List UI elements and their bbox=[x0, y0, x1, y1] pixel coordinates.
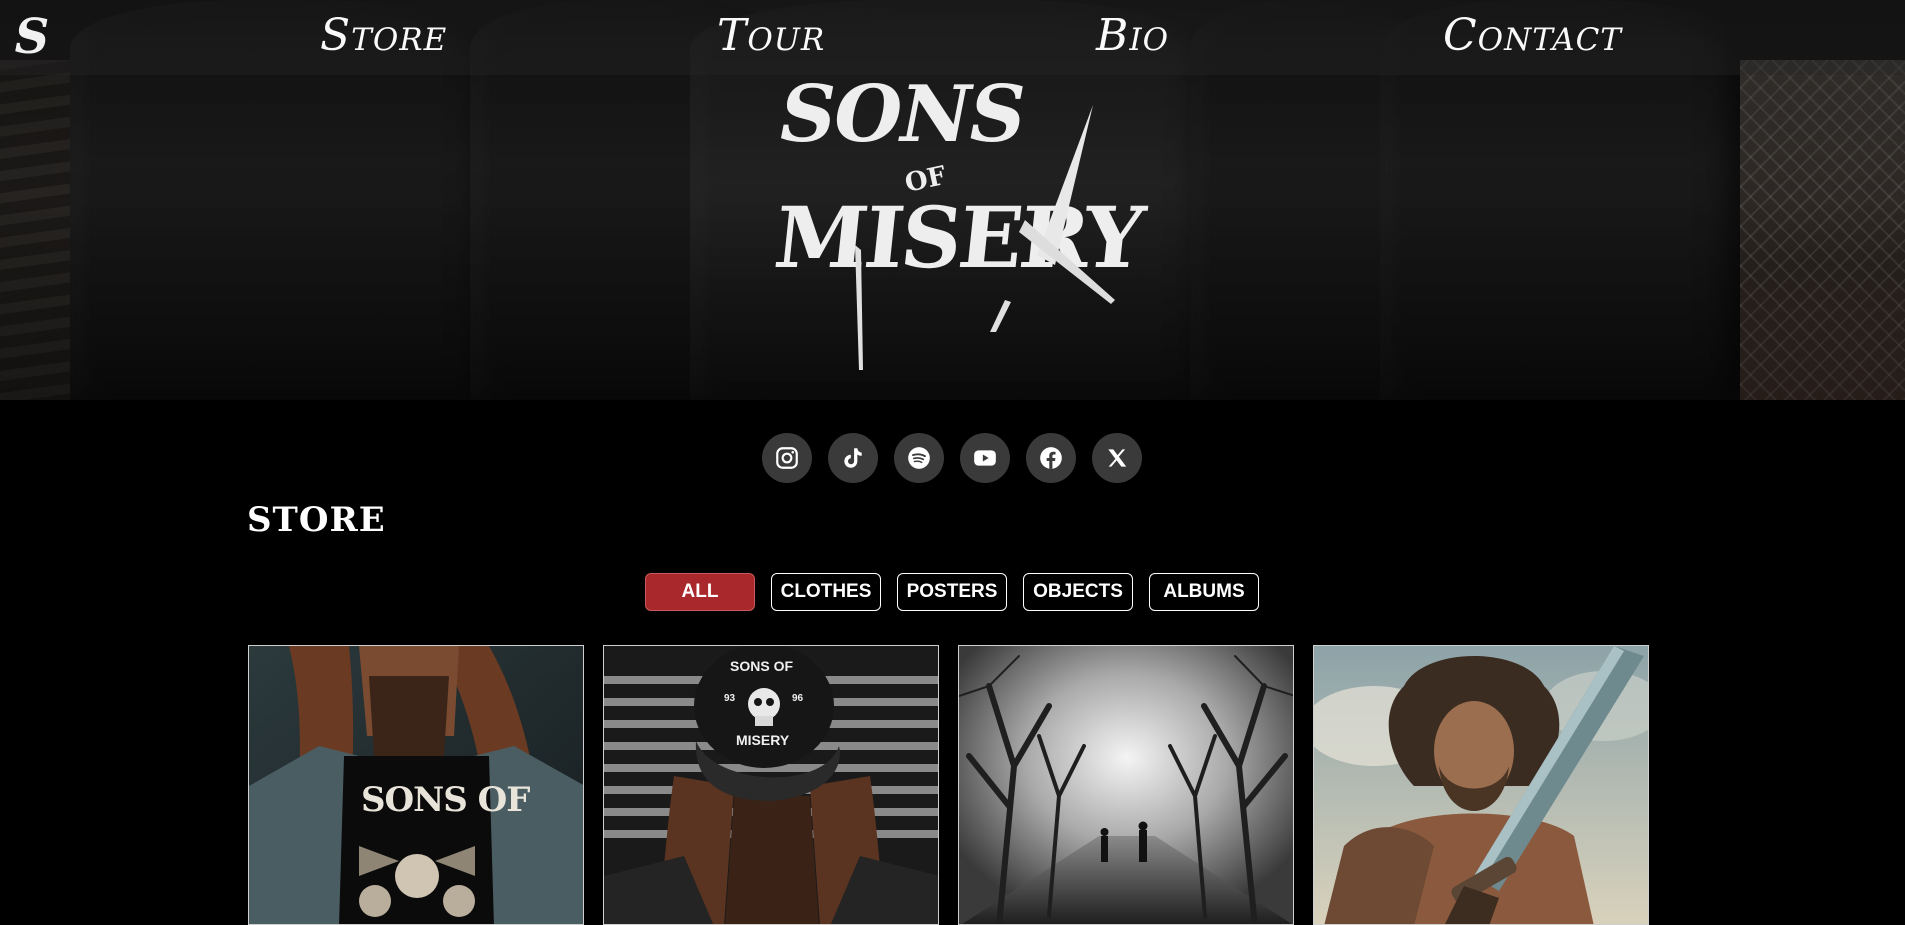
band-logo: SONS OF MISERY bbox=[770, 70, 1146, 370]
cap-text-top: SONS OF bbox=[730, 658, 794, 674]
product-card-cap[interactable]: SONS OF 93 96 MISERY bbox=[603, 645, 939, 925]
instagram-icon[interactable] bbox=[762, 433, 812, 483]
cap-text-right: 96 bbox=[792, 693, 804, 704]
cap-text-bottom: MISERY bbox=[736, 732, 790, 748]
store-filters: ALL CLOTHES POSTERS OBJECTS ALBUMS bbox=[645, 573, 1259, 611]
x-icon[interactable] bbox=[1092, 433, 1142, 483]
nav-link-contact[interactable]: Contact bbox=[1443, 8, 1622, 64]
product-card-warrior-poster[interactable] bbox=[1313, 645, 1649, 925]
band-logo-slash bbox=[855, 105, 1115, 370]
site-logo[interactable]: S bbox=[14, 12, 50, 62]
social-links bbox=[762, 433, 1142, 483]
filter-posters-button[interactable]: POSTERS bbox=[897, 573, 1007, 611]
product-card-shirt[interactable]: SONS OF bbox=[248, 645, 584, 925]
cap-text-left: 93 bbox=[724, 693, 736, 704]
product-shirt-print: SONS OF bbox=[361, 780, 530, 820]
tiktok-icon[interactable] bbox=[828, 433, 878, 483]
product-image-cap bbox=[604, 646, 938, 924]
youtube-icon[interactable] bbox=[960, 433, 1010, 483]
nav-link-bio[interactable]: Bio bbox=[1096, 8, 1169, 64]
store-heading: STORE bbox=[247, 500, 386, 540]
filter-all-button[interactable]: ALL bbox=[645, 573, 755, 611]
spotify-icon[interactable] bbox=[894, 433, 944, 483]
product-card-forest-poster[interactable] bbox=[958, 645, 1294, 925]
facebook-icon[interactable] bbox=[1026, 433, 1076, 483]
filter-albums-button[interactable]: ALBUMS bbox=[1149, 573, 1259, 611]
product-image-forest-poster bbox=[959, 646, 1293, 924]
top-navigation: S Store Tour Bio Contact bbox=[0, 0, 1905, 75]
filter-objects-button[interactable]: OBJECTS bbox=[1023, 573, 1133, 611]
nav-link-tour[interactable]: Tour bbox=[717, 8, 825, 64]
nav-link-store[interactable]: Store bbox=[320, 8, 447, 64]
filter-clothes-button[interactable]: CLOTHES bbox=[771, 573, 881, 611]
product-image-warrior-poster bbox=[1314, 646, 1648, 924]
product-grid: SONS OF SONS OF 93 96 MISERY bbox=[248, 645, 1649, 925]
